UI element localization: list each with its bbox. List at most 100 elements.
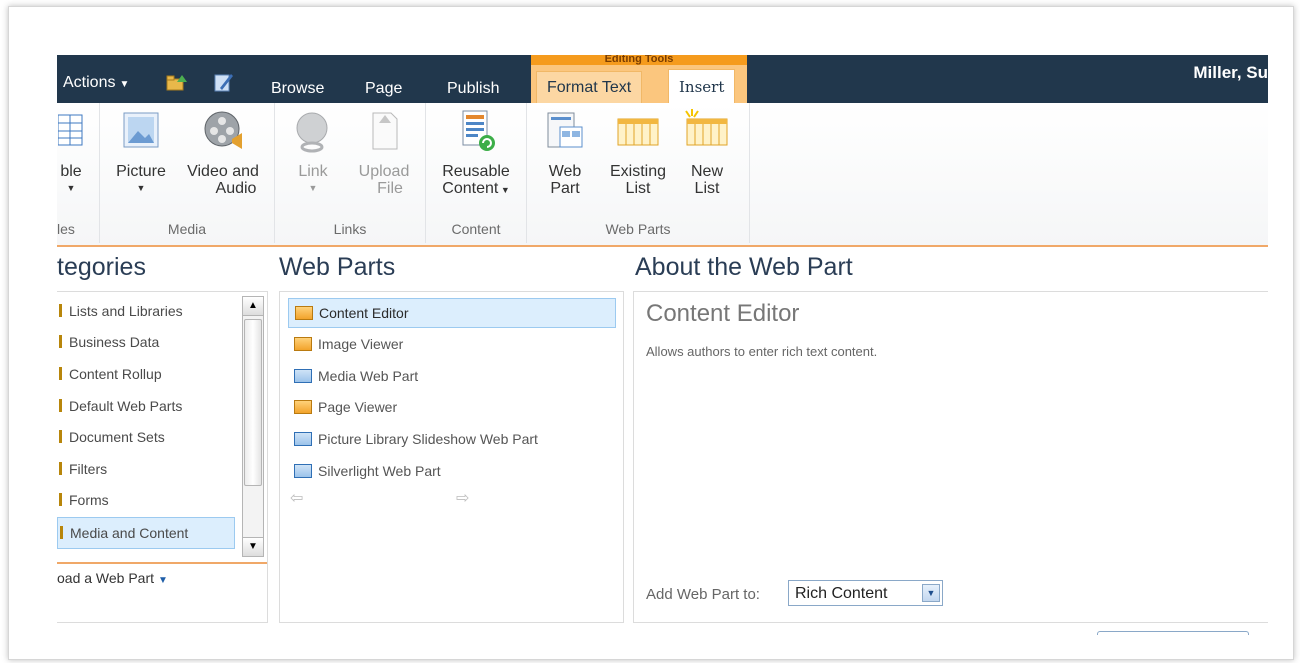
reusable-label-line2-text: Content	[442, 180, 499, 197]
upload-file-button[interactable]: Upload File	[349, 109, 419, 197]
web-part-label: Content Editor	[319, 305, 409, 321]
web-part-label-line2: Part	[550, 180, 580, 197]
category-label: Media and Content	[70, 525, 189, 541]
video-audio-button[interactable]: Video and Audio	[178, 109, 268, 197]
web-part-label: Silverlight Web Part	[318, 463, 441, 479]
picture-button[interactable]: Picture ▼	[106, 109, 176, 197]
content-group: Reusable Content ▼ Content	[426, 103, 527, 243]
new-list-button[interactable]: New List	[679, 109, 735, 197]
category-label: Lists and Libraries	[69, 303, 183, 319]
tab-browse[interactable]: Browse	[261, 75, 334, 103]
web-part-button[interactable]: Web Part	[539, 109, 591, 197]
category-label: Default Web Parts	[69, 398, 183, 414]
category-item[interactable]: Document Sets	[57, 422, 165, 452]
reusable-content-button[interactable]: Reusable Content ▼	[432, 109, 520, 199]
link-globe-icon	[296, 112, 328, 153]
new-list-label-line2: List	[694, 180, 720, 197]
previous-page-arrow-icon[interactable]: ⇦	[290, 488, 303, 508]
image-viewer-icon	[294, 337, 312, 351]
category-item-selected[interactable]: Media and Content	[57, 517, 235, 549]
categories-scrollbar[interactable]: ▲	[242, 296, 264, 556]
table-icon	[57, 114, 83, 146]
new-list-label-line1: New	[690, 163, 723, 180]
web-part-item-selected[interactable]: Content Editor	[288, 298, 616, 328]
web-part-icon	[547, 112, 583, 148]
scroll-up-arrow-icon[interactable]: ▲	[243, 297, 263, 316]
edit-page-icon[interactable]	[212, 72, 234, 92]
tab-publish[interactable]: Publish	[437, 75, 509, 103]
reusable-label-line2: Content ▼	[432, 180, 520, 199]
web-part-label: Media Web Part	[318, 368, 419, 384]
chevron-down-icon: ▼	[158, 575, 168, 586]
content-editor-icon	[295, 306, 313, 320]
links-group: Link ▼ Upload File Links	[275, 103, 426, 243]
web-part-item[interactable]: Silverlight Web Part	[288, 457, 614, 485]
web-part-item[interactable]: Media Web Part	[288, 362, 614, 390]
add-button-edge[interactable]	[1097, 631, 1249, 635]
existing-list-label-line2: List	[625, 180, 651, 197]
picture-label: Picture	[116, 163, 166, 180]
links-group-label: Links	[333, 221, 367, 237]
existing-list-icon	[617, 118, 659, 146]
chevron-down-icon: ▼	[498, 185, 510, 195]
add-web-part-to-label: Add Web Part to:	[646, 586, 760, 603]
category-label: Document Sets	[69, 429, 165, 445]
tab-format-text[interactable]: Format Text	[536, 71, 643, 104]
folder-icon	[59, 430, 62, 443]
chevron-down-icon: ▼	[66, 183, 76, 193]
web-part-description: Allows authors to enter rich text conten…	[646, 344, 878, 359]
site-actions-menu[interactable]: Actions ▼	[63, 71, 129, 95]
next-page-arrow-icon[interactable]: ⇨	[456, 488, 469, 508]
folder-icon	[60, 526, 63, 539]
web-part-name: Content Editor	[646, 300, 800, 327]
link-button[interactable]: Link ▼	[283, 109, 343, 197]
table-label: ble	[60, 163, 82, 180]
web-parts-list[interactable]: Content Editor Image Viewer Media Web Pa…	[279, 291, 624, 623]
categories-divider	[57, 562, 267, 564]
category-item[interactable]: Default Web Parts	[57, 391, 182, 421]
categories-list[interactable]: Lists and Libraries Business Data Conten…	[57, 291, 268, 623]
media-group-label: Media	[167, 221, 207, 237]
chevron-down-icon: ▼	[308, 183, 318, 193]
upload-web-part-link[interactable]: oad a Web Part ▼	[57, 570, 168, 586]
web-part-item[interactable]: Image Viewer	[288, 330, 614, 358]
folder-icon	[59, 462, 62, 475]
existing-list-button[interactable]: Existing List	[601, 109, 675, 197]
add-web-part-to-value: Rich Content	[795, 585, 888, 602]
web-part-item[interactable]: Picture Library Slideshow Web Part	[288, 425, 614, 453]
window-frame: Editing Tools Actions ▼ Browse Page Publi…	[8, 6, 1294, 660]
picture-icon	[123, 112, 159, 148]
video-label-line2: Audio	[215, 180, 257, 197]
folder-icon	[59, 367, 62, 380]
chevron-down-icon: ▼	[136, 183, 146, 193]
chevron-down-icon: ▼	[922, 584, 940, 602]
reusable-content-icon	[462, 110, 495, 151]
tab-page[interactable]: Page	[355, 75, 412, 103]
category-label: Forms	[69, 492, 109, 508]
table-button[interactable]: ble ▼	[57, 109, 91, 197]
web-part-label: Picture Library Slideshow Web Part	[318, 431, 538, 447]
upload-label-line2: File	[377, 180, 403, 197]
web-part-item[interactable]: Page Viewer	[288, 393, 614, 421]
webparts-group-label: Web Parts	[605, 221, 671, 237]
reusable-label-line1: Reusable	[442, 163, 510, 180]
tables-group-label: les	[57, 221, 75, 237]
content-group-label: Content	[451, 221, 501, 237]
scroll-down-arrow-icon[interactable]: ▼	[242, 537, 264, 557]
folder-icon	[59, 335, 62, 348]
add-web-part-to-select[interactable]: Rich Content ▼	[788, 580, 943, 606]
sharepoint-app: Editing Tools Actions ▼ Browse Page Publi…	[57, 55, 1268, 635]
user-name-menu[interactable]: Miller, Su	[1193, 63, 1268, 83]
video-label-line1: Video and	[187, 163, 259, 180]
tab-insert[interactable]: Insert	[668, 69, 736, 104]
category-label: Business Data	[69, 334, 160, 350]
navigate-up-icon[interactable]	[165, 72, 187, 92]
category-item[interactable]: Lists and Libraries	[57, 296, 183, 326]
upload-label-line1: Upload	[358, 163, 410, 180]
category-item[interactable]: Filters	[57, 454, 107, 484]
category-item[interactable]: Forms	[57, 485, 109, 515]
scrollbar-thumb[interactable]	[244, 319, 262, 486]
folder-icon	[59, 304, 62, 317]
category-item[interactable]: Business Data	[57, 327, 159, 357]
category-item[interactable]: Content Rollup	[57, 359, 162, 389]
